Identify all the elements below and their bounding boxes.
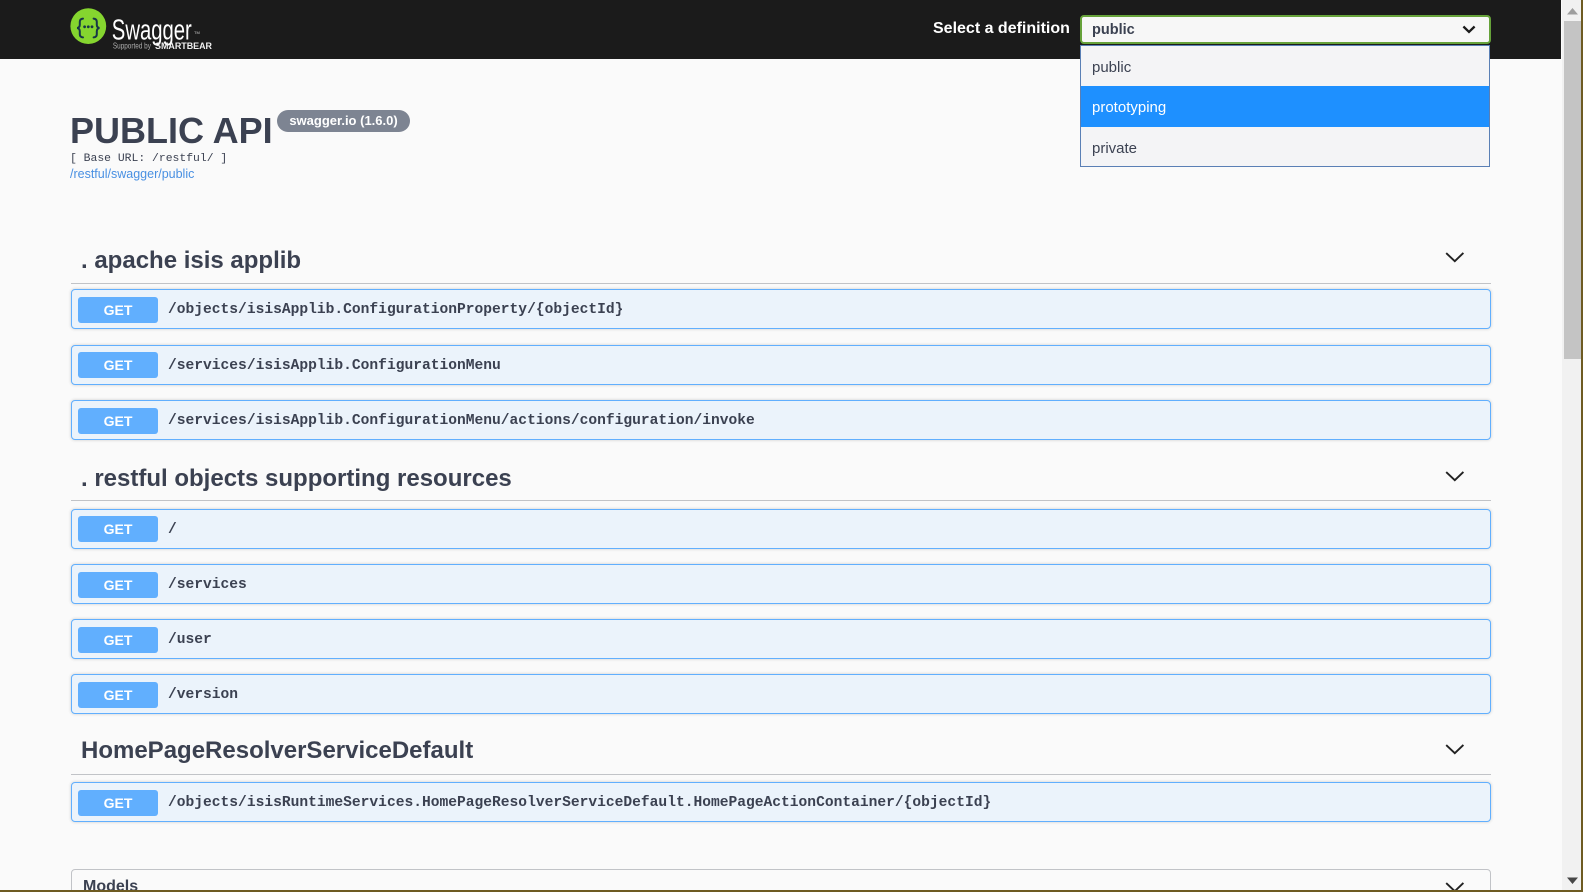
svg-text:TM: TM [194, 30, 200, 35]
svg-text:SMARTBEAR: SMARTBEAR [155, 40, 212, 51]
svg-text:Supported by: Supported by [113, 42, 151, 51]
